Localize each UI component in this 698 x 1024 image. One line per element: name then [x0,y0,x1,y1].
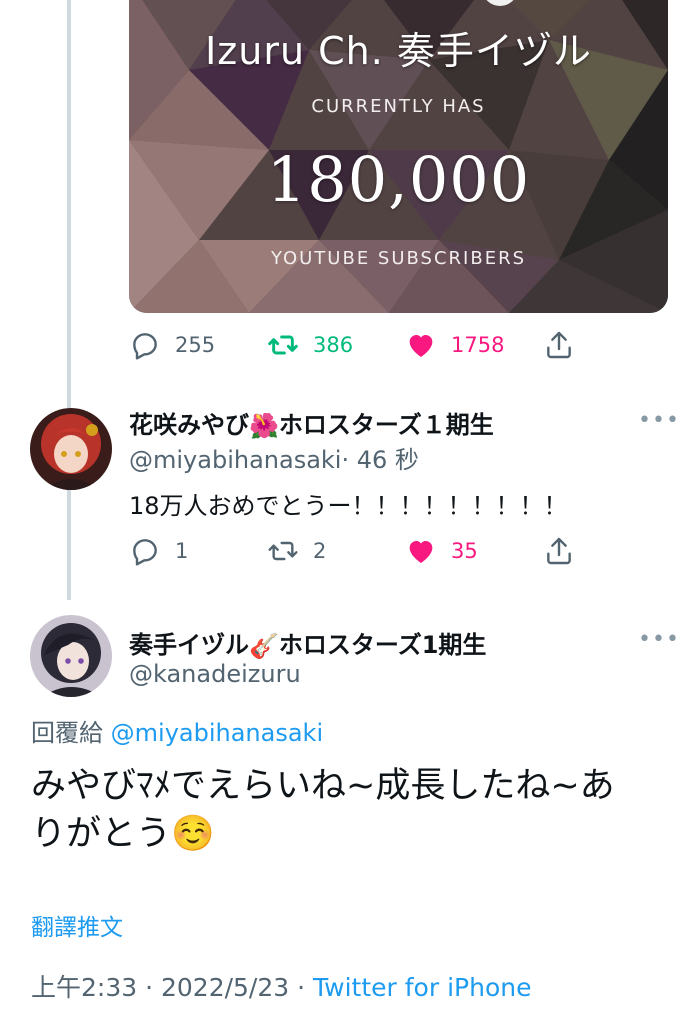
replying-to-label: 回覆給 [31,719,103,747]
reply-icon [133,539,157,566]
reply-button[interactable]: 255 [129,329,267,361]
share-button[interactable] [543,535,575,567]
thread-line [67,0,71,600]
tweet-text: 18万人おめでとうー！！！！！！！！！ [129,492,568,520]
avatar-izuru[interactable] [30,615,112,697]
tweet-metadata: 上午2:33 · 2022/5/23 · Twitter for iPhone [31,968,531,1004]
retweet-count: 386 [313,333,354,357]
avatar-image [30,408,112,490]
card-footer: YOUTUBE SUBSCRIBERS [270,248,527,269]
replying-to: 回覆給 @miyabihanasaki [31,713,323,748]
like-button[interactable]: 1758 [405,329,543,361]
retweet-icon [268,335,298,355]
tweet-action-bar: 255 386 1758 [129,328,589,362]
card-subtitle: CURRENTLY HAS [311,96,486,117]
share-icon [547,331,571,359]
reply-count: 1 [175,539,189,563]
handle-and-time: @miyabihanasaki· 46 秒 [129,440,419,475]
display-name-group: ホロスターズ1期生 [278,631,487,659]
reply-count: 255 [175,333,216,357]
more-options-icon[interactable]: ••• [638,408,680,433]
heart-filled-icon [409,541,433,563]
share-button[interactable] [543,329,575,361]
retweet-button[interactable]: 2 [267,535,405,567]
hibiscus-emoji: 🌺 [249,412,279,440]
more-options-icon[interactable]: ••• [638,627,680,652]
tweet-time[interactable]: · 46 秒 [341,446,418,474]
user-handle[interactable]: @miyabihanasaki [129,446,341,474]
display-name[interactable]: 花咲みやび🌺ホロスターズ１期生 [129,405,494,440]
display-name[interactable]: 奏手イヅル🎸ホロスターズ1期生 [129,625,486,660]
guitar-emoji: 🎸 [249,632,279,660]
like-button[interactable]: 35 [405,535,543,567]
subscriber-milestone-image[interactable]: Izuru Ch. 奏手イヅル CURRENTLY HAS 180,000 YO… [129,0,668,313]
tweet-client[interactable]: Twitter for iPhone [313,973,531,1002]
share-icon [547,537,571,565]
tweet-text-line-2: りがとう☺️ [31,814,215,854]
like-count: 35 [451,539,478,563]
display-name-group: ホロスターズ１期生 [278,411,494,439]
retweet-icon [268,541,298,561]
reply-button[interactable]: 1 [129,535,267,567]
card-title: Izuru Ch. 奏手イヅル [205,29,592,73]
user-handle[interactable]: @kanadeizuru [129,660,301,688]
like-count: 1758 [451,333,505,357]
retweet-count: 2 [313,539,327,563]
avatar-miyabi[interactable] [30,408,112,490]
avatar-image [30,615,112,697]
heart-filled-icon [409,335,433,357]
reply-icon [133,333,157,360]
tweet-text-line-1: みやびﾏﾒでえらいね~成長したね~あ [31,766,615,806]
retweet-button[interactable]: 386 [267,329,405,361]
replying-to-handle[interactable]: @miyabihanasaki [111,719,323,747]
tweet-text: みやびﾏﾒでえらいね~成長したね~あ りがとう☺️ [31,762,671,858]
tweet-action-bar: 1 2 35 [129,534,589,568]
display-name-text: 花咲みやび [129,411,249,439]
subscriber-count: 180,000 [266,143,531,216]
translate-tweet-link[interactable]: 翻譯推文 [31,908,123,942]
tweet-timestamp[interactable]: 上午2:33 · 2022/5/23 · [31,973,305,1002]
display-name-text: 奏手イヅル [129,631,249,659]
